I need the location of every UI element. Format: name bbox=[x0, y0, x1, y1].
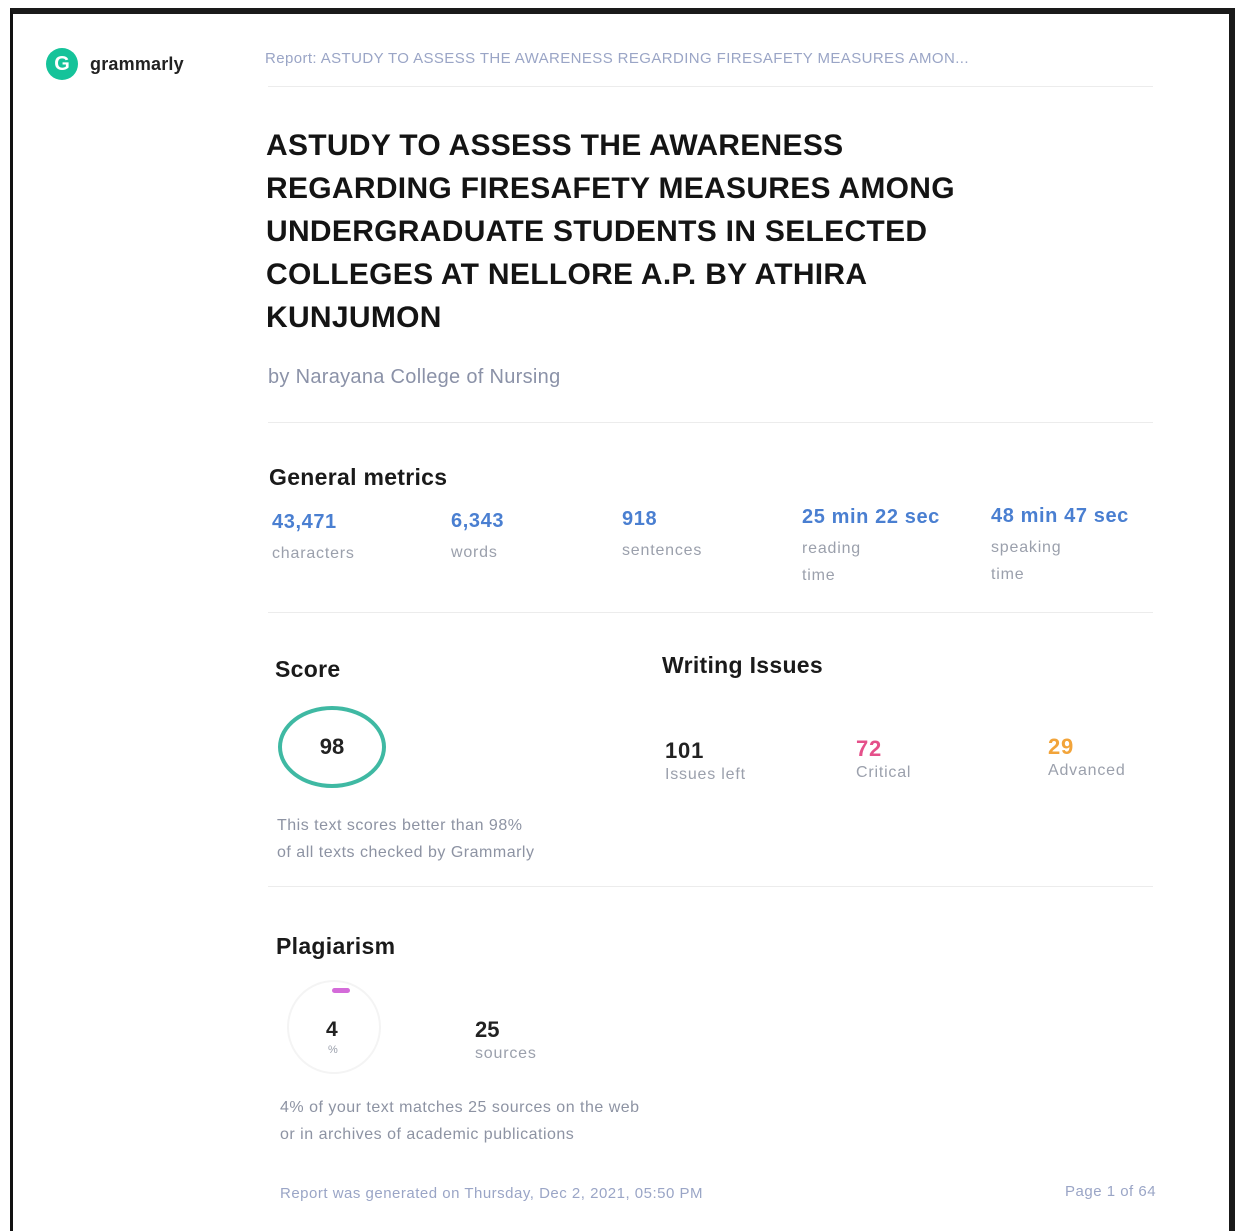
general-metrics-heading: General metrics bbox=[269, 464, 448, 490]
metric-label: sentences bbox=[622, 542, 703, 559]
issue-value: 101 bbox=[665, 738, 705, 763]
divider bbox=[268, 422, 1153, 423]
issues-advanced: 29 Advanced bbox=[1048, 734, 1126, 780]
document-title: ASTUDY TO ASSESS THE AWARENESS REGARDING… bbox=[266, 124, 1126, 339]
grammarly-logo[interactable]: G grammarly bbox=[46, 48, 184, 80]
issues-left: 101 Issues left bbox=[665, 738, 746, 784]
metric-label-line: reading bbox=[802, 540, 861, 557]
page-number: Page 1 of 64 bbox=[1065, 1183, 1157, 1200]
score-value: 98 bbox=[319, 734, 345, 759]
issue-value: 29 bbox=[1048, 734, 1075, 759]
title-line: KUNJUMON bbox=[266, 301, 442, 334]
title-line: COLLEGES AT NELLORE A.P. BY ATHIRA bbox=[266, 258, 868, 291]
score-note: This text scores better than 98% of all … bbox=[277, 812, 534, 866]
title-line: ASTUDY TO ASSESS THE AWARENESS bbox=[266, 129, 844, 162]
metric-words: 6,343 words bbox=[451, 510, 504, 566]
score-note-line: This text scores better than 98% bbox=[277, 817, 523, 834]
logo-text: grammarly bbox=[90, 53, 184, 74]
score-note-line: of all texts checked by Grammarly bbox=[277, 844, 535, 861]
metric-label-line: time bbox=[802, 567, 836, 584]
issue-label: Critical bbox=[856, 764, 912, 781]
divider bbox=[268, 612, 1153, 613]
issue-value: 72 bbox=[856, 736, 883, 761]
title-line: UNDERGRADUATE STUDENTS IN SELECTED bbox=[266, 215, 928, 248]
score-heading: Score bbox=[275, 656, 341, 682]
metric-sentences: 918 sentences bbox=[622, 508, 702, 564]
issues-critical: 72 Critical bbox=[856, 736, 911, 782]
sources-value: 25 bbox=[475, 1017, 500, 1042]
metric-value: 25 min 22 sec bbox=[802, 506, 940, 528]
metric-value: 918 bbox=[622, 508, 658, 530]
metric-value: 48 min 47 sec bbox=[991, 505, 1129, 527]
issue-label: Advanced bbox=[1048, 762, 1126, 779]
metric-value: 6,343 bbox=[451, 510, 505, 532]
metric-characters: 43,471 characters bbox=[272, 511, 355, 567]
plagiarism-arc bbox=[332, 988, 350, 993]
report-title: Report: ASTUDY TO ASSESS THE AWARENESS R… bbox=[265, 50, 969, 67]
metric-reading-time: 25 min 22 sec reading time bbox=[802, 506, 940, 589]
writing-issues-heading: Writing Issues bbox=[662, 652, 823, 678]
metric-label-line: time bbox=[991, 566, 1025, 583]
plagiarism-sources: 25 sources bbox=[475, 1017, 537, 1063]
plagiarism-note-line: 4% of your text matches 25 sources on th… bbox=[280, 1099, 640, 1116]
metric-label: reading time bbox=[802, 535, 940, 589]
metric-label: characters bbox=[272, 545, 355, 562]
plagiarism-percent: 4 bbox=[326, 1018, 338, 1041]
sources-label: sources bbox=[475, 1045, 537, 1062]
title-line: REGARDING FIRESAFETY MEASURES AMONG bbox=[266, 172, 955, 205]
metric-value: 43,471 bbox=[272, 511, 337, 533]
metric-label-line: speaking bbox=[991, 539, 1062, 556]
metric-speaking-time: 48 min 47 sec speaking time bbox=[991, 505, 1129, 588]
plagiarism-heading: Plagiarism bbox=[276, 933, 396, 959]
plagiarism-percent-unit: % bbox=[328, 1044, 338, 1056]
score-ring: 98 bbox=[278, 706, 386, 788]
metric-label: speaking time bbox=[991, 534, 1129, 588]
metric-label: words bbox=[451, 544, 498, 561]
document-author: by Narayana College of Nursing bbox=[268, 366, 561, 388]
plagiarism-note-line: or in archives of academic publications bbox=[280, 1126, 575, 1143]
grammarly-g-icon: G bbox=[46, 48, 78, 80]
issue-label: Issues left bbox=[665, 766, 746, 783]
header-divider bbox=[268, 86, 1153, 87]
divider bbox=[268, 886, 1153, 887]
report-generated-date: Report was generated on Thursday, Dec 2,… bbox=[280, 1185, 704, 1202]
plagiarism-note: 4% of your text matches 25 sources on th… bbox=[280, 1094, 640, 1148]
